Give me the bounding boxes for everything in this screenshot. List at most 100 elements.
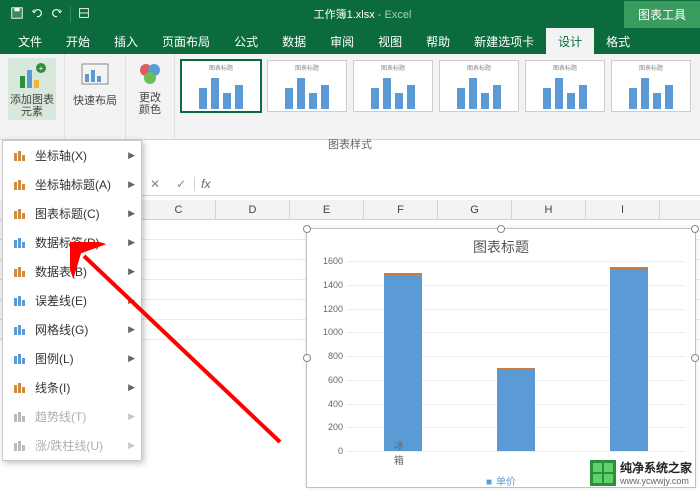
ribbon: + 添加图表 元素 快速布局 更改 颜色 图表标题图表标题图表标题图表标题图表标… [0, 54, 700, 140]
tab-新建选项卡[interactable]: 新建选项卡 [462, 28, 546, 54]
fx-label[interactable]: fx [194, 177, 216, 191]
tab-设计[interactable]: 设计 [546, 28, 594, 54]
vline [70, 6, 71, 22]
save-icon[interactable] [10, 6, 24, 23]
title-bar: 工作簿1.xlsx - Excel 图表工具 [0, 0, 700, 28]
menu-item-icon [11, 206, 27, 222]
tab-插入[interactable]: 插入 [102, 28, 150, 54]
bar[interactable] [610, 267, 648, 451]
y-axis: 02004006008001000120014001600 [313, 261, 343, 451]
chart-style-thumb[interactable]: 图表标题 [439, 60, 519, 112]
tab-数据[interactable]: 数据 [270, 28, 318, 54]
chevron-right-icon: ▶ [128, 353, 135, 364]
chevron-right-icon: ▶ [128, 237, 135, 248]
column-header[interactable]: D [216, 200, 290, 219]
tab-审阅[interactable]: 审阅 [318, 28, 366, 54]
svg-text:+: + [39, 64, 44, 73]
tab-公式[interactable]: 公式 [222, 28, 270, 54]
menu-item-8[interactable]: 线条(I)▶ [3, 373, 141, 402]
menu-item-icon [11, 264, 27, 280]
menu-item-icon [11, 177, 27, 193]
menu-item-icon [11, 293, 27, 309]
change-colors-button[interactable]: 更改 颜色 [134, 58, 166, 116]
chevron-right-icon: ▶ [128, 382, 135, 393]
tab-视图[interactable]: 视图 [366, 28, 414, 54]
chevron-right-icon: ▶ [128, 411, 135, 422]
resize-handle[interactable] [497, 225, 505, 233]
menu-item-9: 趋势线(T)▶ [3, 402, 141, 431]
confirm-icon[interactable]: ✓ [168, 177, 194, 191]
chart-title[interactable]: 图表标题 [307, 229, 695, 261]
menu-item-4[interactable]: 数据表(B)▶ [3, 257, 141, 286]
add-chart-element-icon: + [16, 60, 48, 92]
x-category-label: 冰箱 [394, 437, 413, 467]
menu-item-1[interactable]: 坐标轴标题(A)▶ [3, 170, 141, 199]
quick-layout-icon [79, 58, 111, 90]
watermark: 纯净系统之家 www.ycwwjy.com [590, 459, 692, 486]
change-colors-icon [134, 58, 166, 90]
menu-item-10: 涨/跌柱线(U)▶ [3, 431, 141, 460]
chevron-right-icon: ▶ [128, 440, 135, 451]
chevron-right-icon: ▶ [128, 208, 135, 219]
chart-style-thumb[interactable]: 图表标题 [267, 60, 347, 112]
menu-item-icon [11, 380, 27, 396]
menu-item-icon [11, 235, 27, 251]
resize-handle[interactable] [691, 354, 699, 362]
formula-bar: ✕ ✓ fx [142, 172, 700, 196]
quick-layout-button[interactable]: 快速布局 [73, 58, 117, 108]
menu-item-icon [11, 351, 27, 367]
add-chart-element-button[interactable]: + 添加图表 元素 [8, 58, 56, 120]
bar[interactable] [384, 273, 422, 451]
undo-icon[interactable] [30, 6, 44, 23]
menu-item-7[interactable]: 图例(L)▶ [3, 344, 141, 373]
tab-帮助[interactable]: 帮助 [414, 28, 462, 54]
add-chart-element-menu: 坐标轴(X)▶坐标轴标题(A)▶图表标题(C)▶数据标签(D)▶数据表(B)▶误… [2, 140, 142, 461]
column-header[interactable]: C [142, 200, 216, 219]
chart-style-thumb[interactable]: 图表标题 [353, 60, 433, 112]
menu-item-icon [11, 409, 27, 425]
menu-item-6[interactable]: 网格线(G)▶ [3, 315, 141, 344]
chart-style-thumb[interactable]: 图表标题 [525, 60, 605, 112]
tab-格式[interactable]: 格式 [594, 28, 642, 54]
resize-handle[interactable] [691, 225, 699, 233]
chart-styles-label: 图表样式 [328, 136, 372, 152]
resize-handle[interactable] [303, 225, 311, 233]
touch-mode-icon[interactable] [77, 6, 91, 23]
menu-item-5[interactable]: 误差线(E)▶ [3, 286, 141, 315]
chart-style-gallery[interactable]: 图表标题图表标题图表标题图表标题图表标题图表标题 [175, 54, 697, 139]
column-header[interactable]: I [586, 200, 660, 219]
redo-icon[interactable] [50, 6, 64, 23]
menu-item-icon [11, 438, 27, 454]
menu-item-0[interactable]: 坐标轴(X)▶ [3, 141, 141, 170]
chevron-right-icon: ▶ [128, 295, 135, 306]
ribbon-tabs: 文件开始插入页面布局公式数据审阅视图帮助新建选项卡设计格式 [0, 28, 700, 54]
chevron-right-icon: ▶ [128, 324, 135, 335]
chart-style-thumb[interactable]: 图表标题 [181, 60, 261, 112]
chevron-right-icon: ▶ [128, 150, 135, 161]
cancel-icon[interactable]: ✕ [142, 177, 168, 191]
menu-item-icon [11, 148, 27, 164]
menu-item-2[interactable]: 图表标题(C)▶ [3, 199, 141, 228]
column-header[interactable]: G [438, 200, 512, 219]
chart-bars: 冰箱 [347, 261, 685, 451]
tab-文件[interactable]: 文件 [6, 28, 54, 54]
window-title: 工作簿1.xlsx - Excel [101, 6, 624, 22]
column-header[interactable]: E [290, 200, 364, 219]
chevron-right-icon: ▶ [128, 179, 135, 190]
tab-页面布局[interactable]: 页面布局 [150, 28, 222, 54]
resize-handle[interactable] [303, 354, 311, 362]
watermark-url: www.ycwwjy.com [620, 476, 692, 486]
bar[interactable] [497, 368, 535, 451]
quick-access-toolbar [0, 6, 101, 23]
menu-item-icon [11, 322, 27, 338]
menu-item-3[interactable]: 数据标签(D)▶ [3, 228, 141, 257]
tab-开始[interactable]: 开始 [54, 28, 102, 54]
embedded-chart[interactable]: 图表标题 02004006008001000120014001600 冰箱 单价 [306, 228, 696, 488]
watermark-text: 纯净系统之家 [620, 459, 692, 476]
watermark-logo-icon [590, 460, 616, 486]
contextual-tab-label: 图表工具 [624, 1, 700, 28]
chart-plot-area[interactable]: 02004006008001000120014001600 冰箱 [347, 261, 685, 451]
column-header[interactable]: F [364, 200, 438, 219]
column-header[interactable]: H [512, 200, 586, 219]
chart-style-thumb[interactable]: 图表标题 [611, 60, 691, 112]
